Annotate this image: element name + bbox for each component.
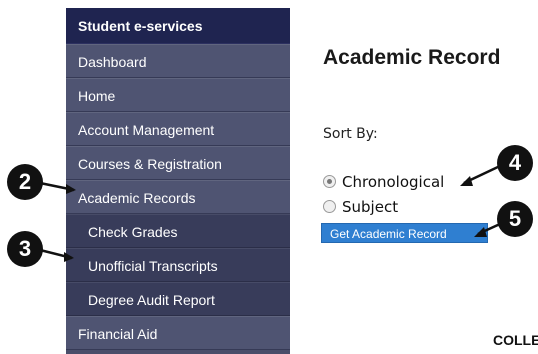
sidebar-item-academic-records[interactable]: Academic Records [66, 180, 290, 214]
callout-badge-3: 3 [7, 231, 43, 267]
get-academic-record-button[interactable]: Get Academic Record [321, 223, 488, 243]
sidebar-item-account-management[interactable]: Account Management [66, 112, 290, 146]
sort-option-subject[interactable]: Subject [323, 197, 398, 217]
option-label: Chronological [342, 173, 445, 191]
sidebar-item-home[interactable]: Home [66, 78, 290, 112]
sidebar-subitem-degree-audit-report[interactable]: Degree Audit Report [66, 282, 290, 316]
sidebar-item-financial-aid[interactable]: Financial Aid [66, 316, 290, 350]
sort-by-label: Sort By: [323, 126, 378, 142]
sidebar-subitem-unofficial-transcripts[interactable]: Unofficial Transcripts [66, 248, 290, 282]
callout-arrow-4 [463, 164, 501, 185]
callout-arrowhead-4 [460, 176, 473, 186]
callout-badge-2: 2 [7, 164, 43, 200]
sidebar-subitem-check-grades[interactable]: Check Grades [66, 214, 290, 248]
radio-button-unchecked[interactable] [323, 200, 336, 213]
option-label: Subject [342, 198, 399, 216]
callout-badge-5: 5 [497, 201, 533, 237]
sidebar-item-dashboard[interactable]: Dashboard [66, 44, 290, 78]
radio-button-checked[interactable] [323, 175, 336, 188]
callout-badge-4: 4 [497, 145, 533, 181]
page-title: Academic Record [323, 46, 501, 69]
college-logo: COLLEG [493, 332, 538, 348]
sort-option-chronological[interactable]: Chronological [323, 172, 444, 192]
sidebar-header: Student e-services [66, 8, 290, 44]
sidebar-item-courses-registration[interactable]: Courses & Registration [66, 146, 290, 180]
sidebar-nav: Student e-services Dashboard Home Accoun… [66, 8, 290, 354]
